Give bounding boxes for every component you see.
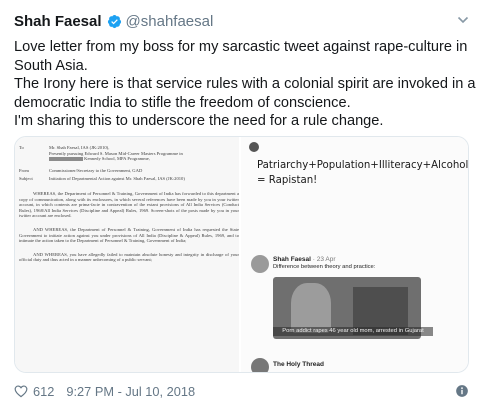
screenshot-reply-name: Shah Faesal (273, 256, 311, 263)
screenshot-reply-header: Shah Faesal · 23 Apr (273, 256, 336, 263)
letter-subject-key: Subject (19, 176, 33, 182)
avatar (249, 142, 259, 152)
letter-to-line: Presently pursuing Edward S. Mason Mid-C… (49, 150, 183, 156)
avatar (251, 255, 269, 273)
verified-badge-icon (107, 14, 121, 28)
tweet-header: Shah Faesal @shahfaesal (14, 10, 469, 32)
like-count[interactable]: 612 (33, 384, 54, 399)
letter-to-line: Mr. Shah Faesal, IAS (JK:2010), (49, 145, 110, 150)
letter-to-key: To (19, 145, 24, 150)
author-name[interactable]: Shah Faesal (14, 13, 102, 30)
letter-subject-value: Initiation of Departmental Action agains… (49, 176, 185, 182)
tweet-text-line: The Irony here is that service rules wit… (14, 76, 476, 111)
letter-paragraph: WHEREAS, the Department of Personnel & T… (19, 190, 239, 219)
letter-document: To Mr. Shah Faesal, IAS (JK:2010), Prese… (19, 139, 239, 263)
tweet-media[interactable]: To Mr. Shah Faesal, IAS (JK:2010), Prese… (14, 136, 469, 373)
letter-paragraph: AND WHEREAS, you have allegedly failed t… (19, 251, 239, 263)
letter-from-value: Commissioner/Secretary to the Government… (49, 167, 143, 173)
timestamp[interactable]: 9:27 PM - Jul 10, 2018 (66, 384, 195, 399)
heart-icon[interactable] (14, 384, 28, 398)
avatar (251, 358, 269, 372)
author-handle[interactable]: @shahfaesal (126, 13, 214, 30)
screenshot-next-header: The Holy Thread (273, 361, 324, 368)
tweet-screenshot-image[interactable]: Patriarchy+Population+Illiteracy+Alcohol… (241, 137, 468, 372)
screenshot-reply-meta: · 23 Apr (312, 256, 336, 263)
letter-paragraph: AND WHEREAS, the Department of Personnel… (19, 226, 239, 244)
chevron-down-icon[interactable] (457, 14, 469, 26)
screenshot-reply-text: Difference between theory and practice: (273, 264, 376, 270)
screenshot-quote: Patriarchy+Population+Illiteracy+Alcohol… (257, 160, 468, 186)
screenshot-photo-caption: Porn addict rapes 46 year old mom, arres… (273, 327, 433, 336)
letter-to-line: Kennedy School, MPA Programme, (84, 156, 150, 162)
tweet-card: Shah Faesal @shahfaesal Love letter from… (0, 0, 483, 406)
tweet-text-line: I'm sharing this to underscore the need … (14, 113, 384, 129)
tweet-text-line: Love letter from my boss for my sarcasti… (14, 39, 468, 74)
letter-from-key: From (19, 167, 29, 173)
info-icon[interactable] (455, 384, 469, 398)
letter-image[interactable]: To Mr. Shah Faesal, IAS (JK:2010), Prese… (15, 137, 241, 372)
tweet-footer: 612 9:27 PM - Jul 10, 2018 (14, 382, 469, 400)
tweet-text: Love letter from my boss for my sarcasti… (14, 38, 476, 131)
